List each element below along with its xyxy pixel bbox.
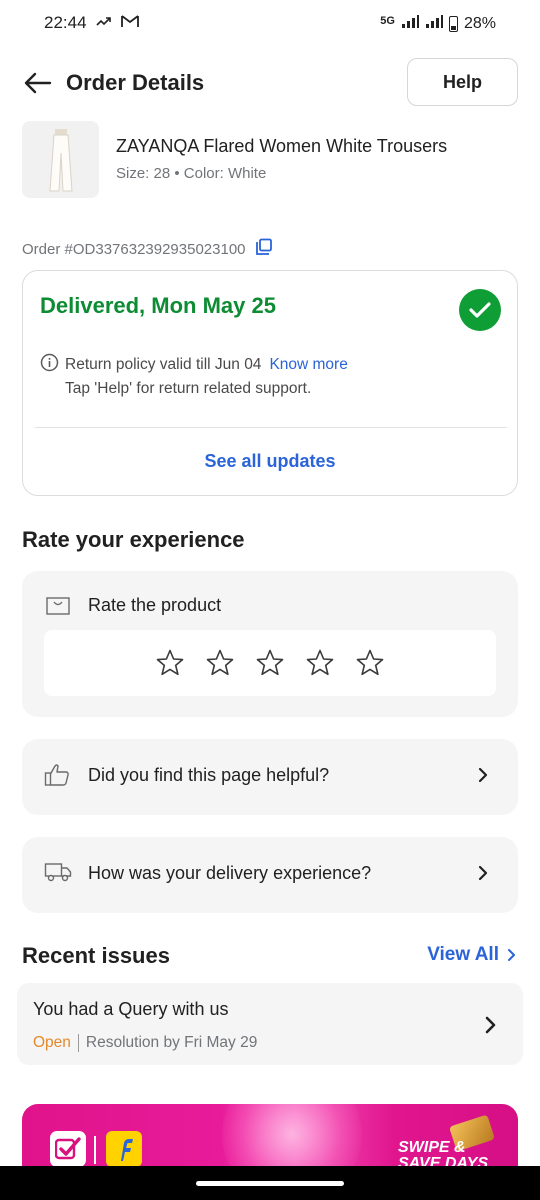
rate-product-label: Rate the product <box>88 595 222 615</box>
star-icon[interactable] <box>204 647 236 679</box>
navigation-bar <box>0 1166 540 1200</box>
divider <box>94 1136 96 1164</box>
check-circle-icon <box>459 289 501 331</box>
issue-status-row: Open Resolution by Fri May 29 <box>33 1034 257 1052</box>
know-more-link[interactable]: Know more <box>269 356 347 374</box>
status-time: 22:44 <box>44 13 87 32</box>
missed-call-icon <box>95 13 113 34</box>
issue-resolution: Resolution by Fri May 29 <box>85 1034 258 1051</box>
chevron-right-icon <box>508 949 515 961</box>
status-bar: 22:44 5G 28% <box>0 0 540 44</box>
order-id-row: Order #OD337632392935023100 <box>22 238 273 260</box>
checkmark-logo-icon <box>50 1131 86 1167</box>
battery-percent: 28% <box>463 14 496 32</box>
star-icon[interactable] <box>154 647 186 679</box>
signal-icon-2 <box>425 13 443 34</box>
chevron-right-icon <box>485 1016 497 1039</box>
rate-product-card: Rate the product <box>22 571 518 717</box>
status-right-icons: 5G 28% <box>380 13 496 34</box>
status-notification-icons <box>95 13 139 34</box>
network-type: 5G <box>380 14 395 27</box>
chevron-right-icon <box>478 767 488 788</box>
rate-section-title: Rate your experience <box>22 527 245 552</box>
product-meta: Size: 28 • Color: White <box>116 165 267 182</box>
issue-status: Open <box>33 1034 71 1051</box>
product-name: ZAYANQA Flared Women White Trousers <box>116 136 448 156</box>
divider <box>35 427 507 428</box>
star-rating <box>44 630 496 696</box>
star-icon[interactable] <box>254 647 286 679</box>
home-gesture-handle[interactable] <box>196 1181 344 1186</box>
info-icon <box>40 353 59 377</box>
product-image[interactable] <box>22 121 99 198</box>
helpful-feedback-label: Did you find this page helpful? <box>88 765 330 785</box>
issue-title: You had a Query with us <box>33 999 229 1019</box>
battery-icon <box>448 15 458 32</box>
star-icon[interactable] <box>354 647 386 679</box>
product-summary[interactable]: ZAYANQA Flared Women White Trousers Size… <box>22 121 518 199</box>
back-button[interactable] <box>22 68 54 98</box>
chevron-right-icon <box>478 865 488 886</box>
gmail-icon <box>121 14 139 33</box>
header: Order Details Help <box>0 58 540 108</box>
divider <box>77 1034 79 1052</box>
delivery-feedback-card[interactable]: How was your delivery experience? <box>22 837 518 913</box>
copy-icon[interactable] <box>255 238 273 260</box>
thumbs-up-icon <box>44 763 70 792</box>
star-icon[interactable] <box>304 647 336 679</box>
return-policy-text: Return policy valid till Jun 04 <box>65 356 262 373</box>
shopping-bag-icon <box>46 597 70 620</box>
order-id: Order #OD337632392935023100 <box>22 240 246 258</box>
page-title: Order Details <box>66 70 205 95</box>
help-button[interactable]: Help <box>407 58 518 106</box>
signal-icon <box>401 13 419 34</box>
return-help-text: Tap 'Help' for return related support. <box>65 380 312 397</box>
recent-issues-title: Recent issues <box>22 943 170 968</box>
flipkart-logo-icon <box>106 1131 142 1167</box>
return-policy-row: Return policy valid till Jun 04 Know mor… <box>40 353 348 377</box>
delivery-status-card: Delivered, Mon May 25 Return policy vali… <box>22 270 518 496</box>
see-all-updates-link[interactable]: See all updates <box>23 451 517 472</box>
trousers-icon <box>48 128 73 191</box>
delivery-truck-icon <box>44 861 72 888</box>
issue-item[interactable]: You had a Query with us Open Resolution … <box>17 983 523 1065</box>
arrow-left-icon <box>24 72 52 94</box>
view-all-label: View All <box>427 944 499 965</box>
view-all-link[interactable]: View All <box>427 944 516 966</box>
delivery-feedback-label: How was your delivery experience? <box>88 863 372 883</box>
helpful-feedback-card[interactable]: Did you find this page helpful? <box>22 739 518 815</box>
delivery-status-title: Delivered, Mon May 25 <box>40 293 276 318</box>
